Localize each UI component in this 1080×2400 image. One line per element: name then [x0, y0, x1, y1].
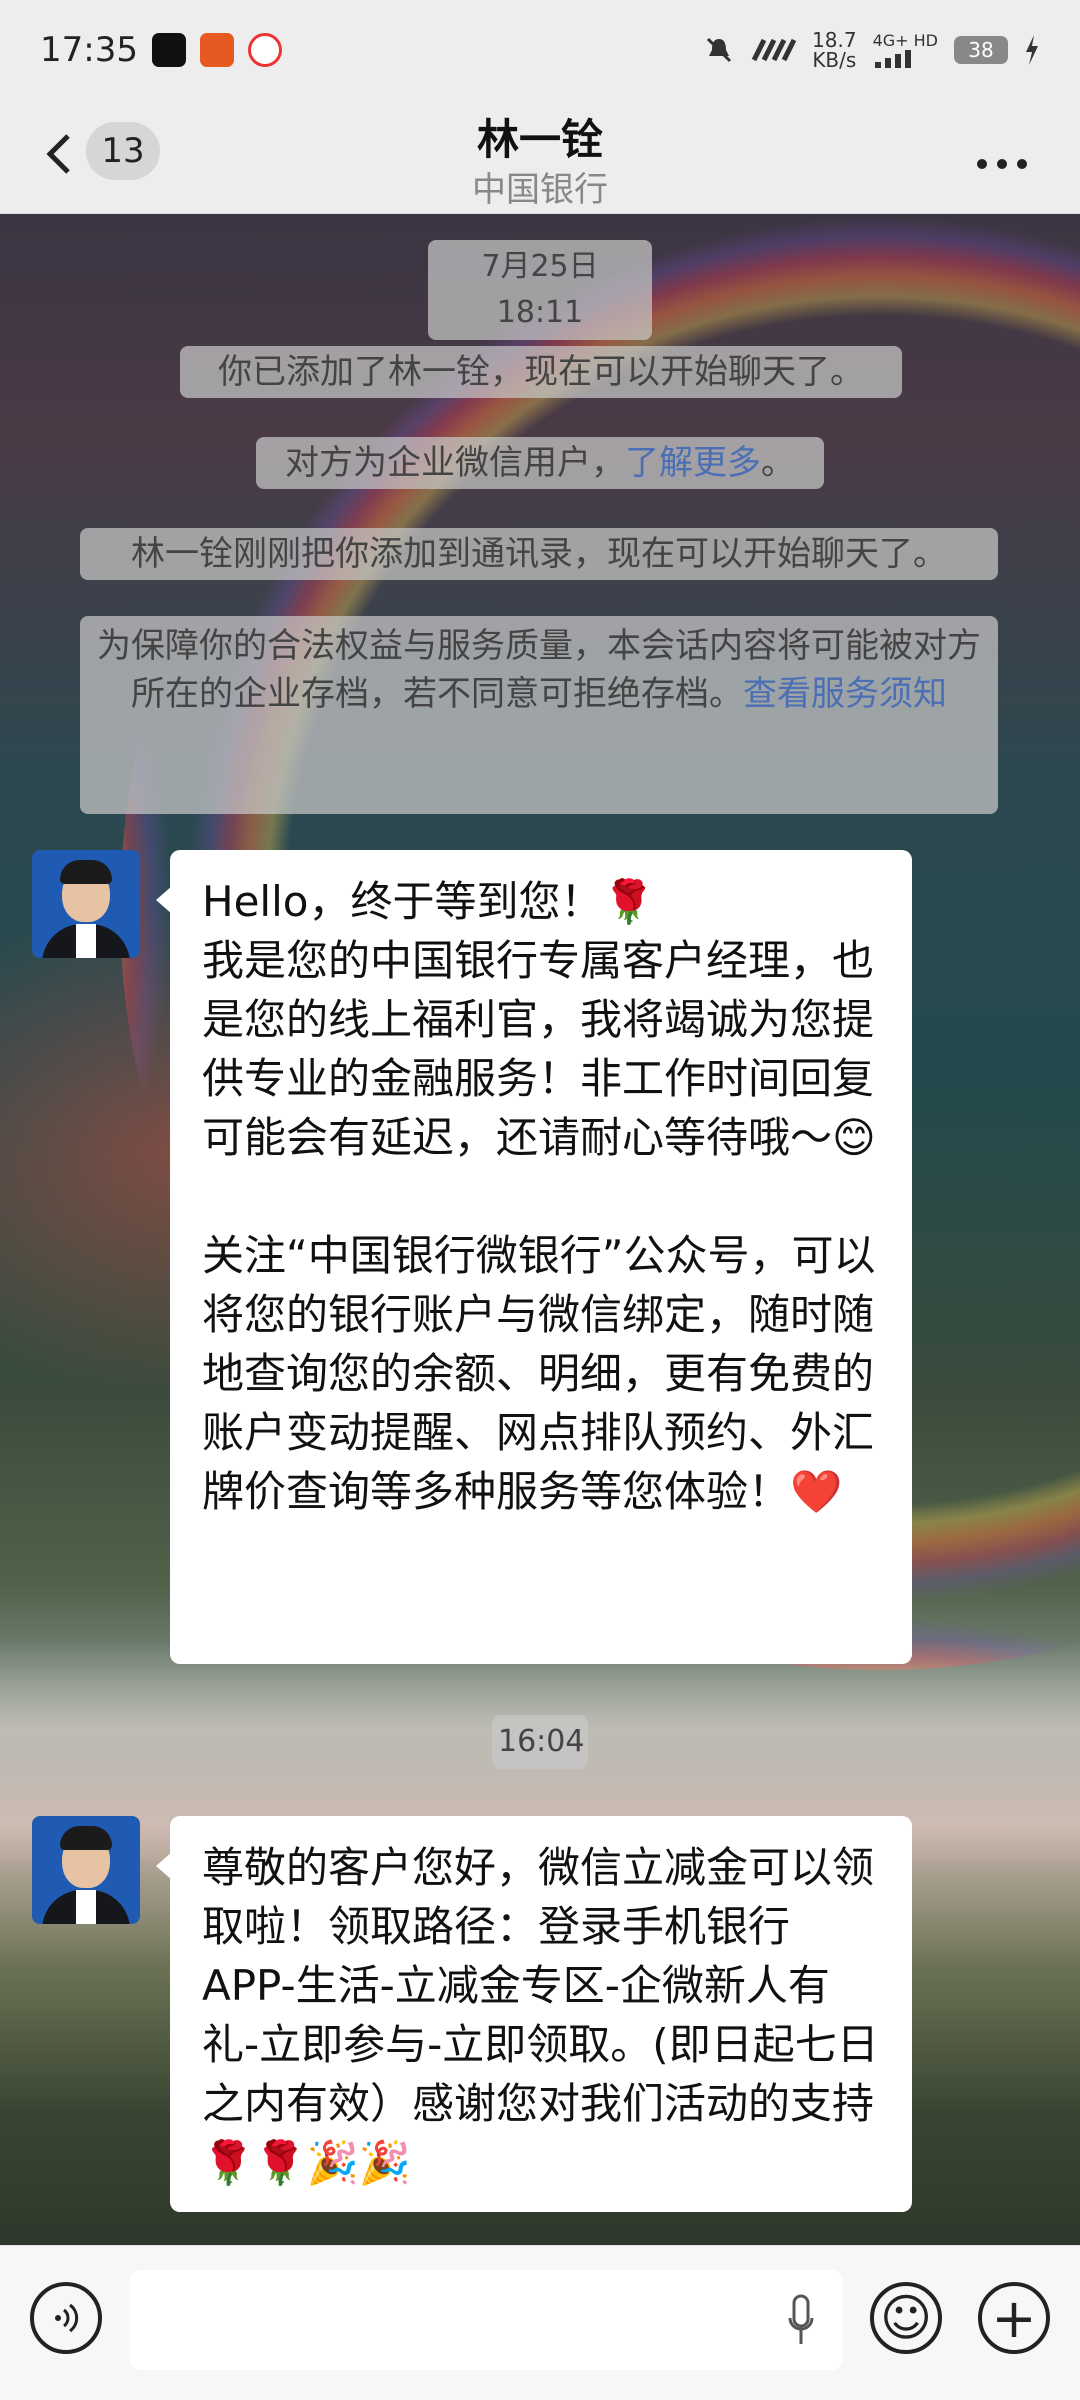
enterprise-notice-text: 对方为企业微信用户，: [285, 443, 625, 483]
message-bubble[interactable]: Hello，终于等到您！🌹 我是您的中国银行专属客户经理，也是您的线上福利官，我…: [156, 850, 912, 1664]
battery-indicator: 38: [954, 36, 1008, 64]
chat-title: 林一铨: [476, 115, 603, 164]
status-right: 18.7 KB/s 4G+ HD 38: [704, 30, 1040, 70]
input-bar: ☺ +: [0, 2245, 1080, 2400]
avatar-shirt: [76, 1890, 96, 1924]
sender-avatar[interactable]: [32, 850, 140, 958]
more-dots-icon: [977, 159, 1027, 169]
avatar-shirt: [76, 924, 96, 958]
chat-subtitle: 中国银行: [472, 170, 608, 210]
voice-button[interactable]: [30, 2282, 102, 2354]
network-speed-unit: KB/s: [812, 48, 857, 72]
chat-header: 13 林一铨 中国银行: [0, 100, 1080, 214]
charging-icon: [1026, 35, 1038, 65]
avatar-hair: [60, 860, 112, 884]
plus-icon: +: [991, 2286, 1037, 2350]
nfc-icon: [751, 38, 797, 62]
tiktok-icon: [151, 33, 186, 67]
emoji-icon: ☺: [879, 2289, 933, 2347]
timestamp-2: 16:04: [492, 1715, 588, 1769]
signal-group: 4G+ HD: [873, 32, 938, 68]
system-message-contact-added: 林一铨刚刚把你添加到通讯录，现在可以开始聊天了。: [80, 528, 998, 580]
shopping-app-icon: [199, 33, 234, 67]
status-bar: 17:35 18.7 KB/s 4G+ HD 38: [0, 0, 1080, 100]
clock: 17:35: [40, 30, 138, 70]
sender-avatar[interactable]: [32, 1816, 140, 1924]
emoji-button[interactable]: ☺: [870, 2282, 942, 2354]
enterprise-notice-suffix: 。: [761, 443, 795, 483]
signal-icon: [874, 50, 911, 68]
service-notice-link[interactable]: 查看服务须知: [743, 674, 947, 714]
timestamp-1: 7月25日 18:11: [428, 240, 652, 340]
voice-icon: [55, 2303, 79, 2333]
status-left: 17:35: [40, 30, 282, 70]
plus-button[interactable]: +: [978, 2282, 1050, 2354]
network-type-label: 4G+ HD: [872, 31, 938, 50]
message-bubble[interactable]: 尊敬的客户您好，微信立减金可以领取啦！领取路径：登录手机银行APP-生活-立减金…: [156, 1816, 912, 2212]
system-message-enterprise: 对方为企业微信用户，了解更多。: [256, 437, 824, 489]
mic-icon[interactable]: [788, 2294, 814, 2348]
music-app-icon: [247, 33, 282, 67]
network-speed-value: 18.7: [812, 28, 857, 52]
system-message-archive: 为保障你的合法权益与服务质量，本会话内容将可能被对方所在的企业存档，若不同意可拒…: [80, 616, 998, 814]
message-input[interactable]: [130, 2270, 842, 2370]
avatar-hair: [60, 1826, 112, 1850]
system-message-added: 你已添加了林一铨，现在可以开始聊天了。: [180, 346, 902, 398]
network-speed: 18.7 KB/s: [812, 30, 857, 70]
learn-more-link[interactable]: 了解更多: [625, 443, 761, 483]
mute-icon: [706, 37, 732, 63]
more-options-button[interactable]: [976, 130, 1028, 181]
